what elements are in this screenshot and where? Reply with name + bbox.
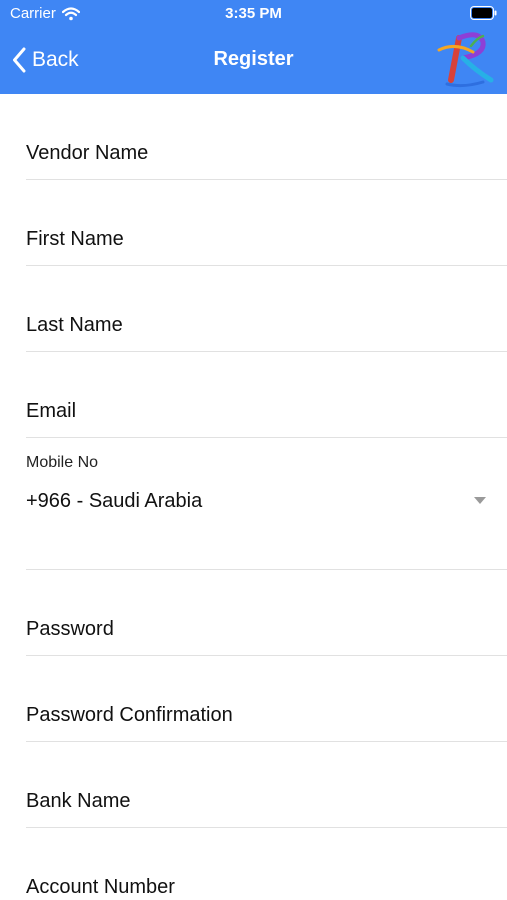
email-placeholder: Email bbox=[26, 400, 77, 422]
password-placeholder: Password bbox=[26, 618, 114, 640]
country-code-select[interactable]: +966 - Saudi Arabia bbox=[26, 478, 507, 528]
mobile-field: Mobile No +966 - Saudi Arabia bbox=[26, 438, 507, 570]
password-confirmation-placeholder: Password Confirmation bbox=[26, 704, 233, 726]
first-name-field[interactable]: First Name bbox=[26, 180, 507, 266]
password-field[interactable]: Password bbox=[26, 570, 507, 656]
mobile-caption: Mobile No bbox=[26, 454, 99, 471]
app-logo bbox=[437, 32, 494, 88]
header: Carrier 3:35 PM Back Register bbox=[0, 0, 507, 94]
email-field[interactable]: Email bbox=[26, 352, 507, 438]
status-bar: Carrier 3:35 PM bbox=[0, 0, 507, 28]
page-title: Register bbox=[213, 48, 294, 70]
password-confirmation-field[interactable]: Password Confirmation bbox=[26, 656, 507, 742]
country-code-value: +966 - Saudi Arabia bbox=[26, 490, 203, 512]
register-form: Vendor Name First Name Last Name Email M… bbox=[0, 94, 507, 900]
bank-name-placeholder: Bank Name bbox=[26, 790, 131, 812]
first-name-placeholder: First Name bbox=[26, 228, 124, 250]
vendor-name-placeholder: Vendor Name bbox=[26, 142, 149, 164]
dropdown-arrow-icon bbox=[474, 497, 486, 504]
account-number-placeholder: Account Number bbox=[26, 876, 175, 898]
vendor-name-field[interactable]: Vendor Name bbox=[26, 94, 507, 180]
last-name-placeholder: Last Name bbox=[26, 314, 123, 336]
nav-bar: Back Register bbox=[0, 28, 507, 94]
last-name-field[interactable]: Last Name bbox=[26, 266, 507, 352]
account-number-field[interactable]: Account Number bbox=[26, 828, 507, 900]
register-screen: Carrier 3:35 PM Back Register Vendor Nam… bbox=[0, 0, 507, 900]
status-time: 3:35 PM bbox=[225, 5, 282, 22]
battery-icon bbox=[470, 6, 497, 20]
bank-name-field[interactable]: Bank Name bbox=[26, 742, 507, 828]
